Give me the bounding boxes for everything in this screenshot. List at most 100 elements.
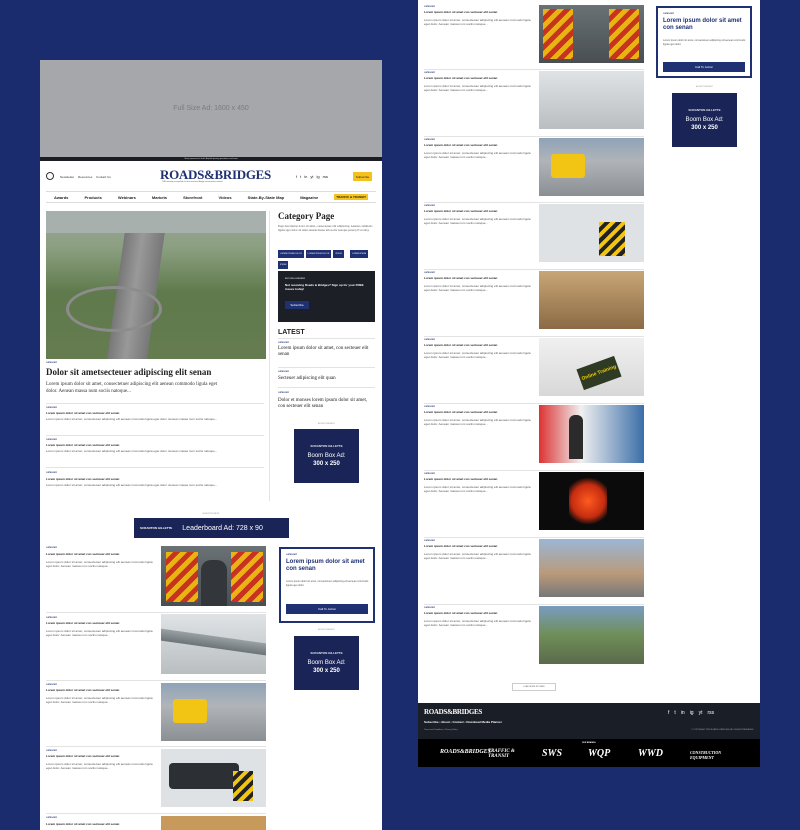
article-image[interactable] bbox=[539, 472, 644, 530]
linkedin-icon[interactable]: in bbox=[681, 710, 685, 716]
article-image[interactable] bbox=[161, 546, 266, 606]
article-title[interactable]: Lorem ipsum dolor sit amet con secteuer … bbox=[424, 143, 534, 147]
article-category[interactable]: CATEGORY bbox=[424, 139, 435, 141]
twitter-icon[interactable]: t bbox=[674, 710, 675, 716]
article-title[interactable]: Lorem ipsum dolor sit amet con secteuer … bbox=[424, 611, 534, 615]
article-category[interactable]: CATEGORY bbox=[424, 540, 435, 542]
brand-traffic-transit[interactable]: TRAFFIC & TRANSIT bbox=[488, 749, 528, 759]
hero-title[interactable]: Dolor sit ametsecteuer adipiscing elit s… bbox=[46, 367, 266, 377]
article-category[interactable]: CATEGORY bbox=[424, 607, 435, 609]
rss-icon[interactable]: rss bbox=[707, 710, 714, 716]
article-title[interactable]: Lorem ipsum dolor sit amet con secteuer … bbox=[424, 209, 534, 213]
article-image[interactable] bbox=[539, 71, 644, 129]
youtube-icon[interactable]: yt bbox=[699, 710, 703, 716]
hero-category[interactable]: CATEGORY bbox=[46, 362, 57, 364]
list-category[interactable]: CATEGORY bbox=[46, 407, 57, 409]
article-image[interactable] bbox=[539, 405, 644, 463]
subscribe-button[interactable]: Subscribe bbox=[353, 172, 372, 181]
tag-pill[interactable]: IPSUM bbox=[333, 250, 344, 258]
article-title[interactable]: Lorem ipsum dolor sit amet con secteuer … bbox=[424, 276, 534, 280]
footer-links[interactable]: Subscribe • About • Contact • Download M… bbox=[424, 720, 502, 724]
footer-legal[interactable]: Terms and Conditions • Privacy Policy bbox=[424, 729, 458, 731]
promo-subscribe-button[interactable]: Subscribe bbox=[285, 301, 309, 309]
article-category[interactable]: CATEGORY bbox=[46, 684, 57, 686]
boom-box-ad[interactable]: SCRANTON GILLETTE Boom Box Ad: 300 x 250 bbox=[294, 636, 359, 690]
article-image[interactable] bbox=[161, 816, 266, 830]
article-category[interactable]: CATEGORY bbox=[424, 72, 435, 74]
facebook-icon[interactable]: f bbox=[668, 710, 669, 716]
list-title[interactable]: Lorem ipsum dolor sit amet con secteuer … bbox=[46, 411, 266, 415]
instagram-icon[interactable]: ig bbox=[317, 174, 320, 179]
rss-icon[interactable]: rss bbox=[323, 174, 328, 179]
cta-button[interactable]: Call To Action bbox=[286, 604, 368, 614]
full-size-ad[interactable]: Full Size Ad: 1600 x 450 bbox=[40, 60, 382, 157]
article-image[interactable] bbox=[539, 204, 644, 262]
cta-title[interactable]: Lorem ipsum dolor sit amet con senan bbox=[286, 559, 370, 573]
article-title[interactable]: Lorem ipsum dolor sit amet con secteuer … bbox=[424, 76, 534, 80]
article-title[interactable]: Lorem ipsum dolor sit amet con secteuer … bbox=[424, 343, 534, 347]
site-mark-icon[interactable] bbox=[46, 172, 54, 180]
list-category[interactable]: CATEGORY bbox=[46, 439, 57, 441]
nav-webinars[interactable]: Webinars bbox=[118, 195, 136, 200]
article-category[interactable]: CATEGORY bbox=[424, 272, 435, 274]
footer-logo[interactable]: ROADS&BRIDGES bbox=[424, 708, 482, 716]
twitter-icon[interactable]: t bbox=[300, 174, 301, 179]
article-image[interactable] bbox=[539, 138, 644, 196]
latest-title[interactable]: Secteuer adipiscing elit quan bbox=[278, 376, 375, 382]
boom-box-ad[interactable]: SCRANTON GILLETTE Boom Box Ad: 300 x 250 bbox=[294, 429, 359, 483]
boom-box-ad[interactable]: SCRANTON GILLETTE Boom Box Ad: 300 x 250 bbox=[672, 93, 737, 147]
brand-wqp[interactable]: WQP bbox=[588, 748, 610, 759]
article-title[interactable]: Lorem ipsum dolor sit amet con secteuer … bbox=[424, 477, 534, 481]
cta-category[interactable]: CATEGORY bbox=[663, 13, 674, 15]
instagram-icon[interactable]: ig bbox=[690, 710, 694, 716]
tag-pill[interactable]: LOREM IPSUM DOLOR bbox=[305, 250, 332, 258]
article-title[interactable]: Lorem ipsum dolor sit amet con secteuer … bbox=[46, 621, 156, 625]
nav-state-map[interactable]: State-By-State Map bbox=[248, 195, 284, 200]
brand-wwd[interactable]: WWD bbox=[638, 748, 663, 759]
article-category[interactable]: CATEGORY bbox=[46, 547, 57, 549]
hero-image[interactable] bbox=[46, 211, 266, 359]
list-title[interactable]: Lorem ipsum dolor sit amet con secteuer … bbox=[46, 443, 266, 447]
latest-category[interactable]: CATEGORY bbox=[278, 342, 289, 344]
list-category[interactable]: CATEGORY bbox=[46, 472, 57, 474]
utility-newsletter[interactable]: Newsletter bbox=[60, 175, 74, 179]
article-category[interactable]: CATEGORY bbox=[424, 406, 435, 408]
article-category[interactable]: CATEGORY bbox=[424, 6, 435, 8]
cta-category[interactable]: CATEGORY bbox=[286, 554, 297, 556]
nav-storefront[interactable]: Storefront bbox=[183, 195, 202, 200]
article-image[interactable] bbox=[161, 749, 266, 807]
latest-title[interactable]: Dolor et monses lorem ipsum dolor sit am… bbox=[278, 398, 375, 410]
article-title[interactable]: Lorem ipsum dolor sit amet con secteuer … bbox=[46, 552, 156, 556]
article-title[interactable]: Lorem ipsum dolor sit amet con secteuer … bbox=[46, 754, 156, 758]
latest-category[interactable]: CATEGORY bbox=[278, 392, 289, 394]
cta-button[interactable]: Call To Action bbox=[663, 62, 745, 72]
nav-traffic-badge[interactable]: TRAFFIC & TRANSIT bbox=[334, 194, 368, 200]
article-title[interactable]: Lorem ipsum dolor sit amet con secteuer … bbox=[424, 10, 534, 14]
article-category[interactable]: CATEGORY bbox=[46, 617, 57, 619]
article-image[interactable] bbox=[161, 683, 266, 741]
linkedin-icon[interactable]: in bbox=[304, 174, 307, 179]
article-image[interactable]: Online Training bbox=[539, 338, 644, 396]
article-image[interactable] bbox=[161, 614, 266, 674]
utility-resources[interactable]: Resources bbox=[78, 175, 92, 179]
cta-title[interactable]: Lorem ipsum dolor sit amet con senan bbox=[663, 18, 747, 32]
tag-pill[interactable]: LOREM IPSUM DOLOR bbox=[278, 250, 304, 258]
nav-videos[interactable]: Videos bbox=[219, 195, 232, 200]
youtube-icon[interactable]: yt bbox=[310, 174, 313, 179]
nav-products[interactable]: Products bbox=[84, 195, 101, 200]
article-category[interactable]: CATEGORY bbox=[424, 473, 435, 475]
list-title[interactable]: Lorem ipsum dolor sit amet con secteuer … bbox=[46, 477, 266, 481]
article-category[interactable]: CATEGORY bbox=[46, 750, 57, 752]
brand-construction-equipment[interactable]: CONSTRUCTION EQUIPMENT bbox=[690, 750, 740, 760]
nav-magazine[interactable]: Magazine bbox=[300, 195, 318, 200]
article-category[interactable]: CATEGORY bbox=[424, 339, 435, 341]
utility-contact[interactable]: Contact Us bbox=[96, 175, 111, 179]
article-image[interactable] bbox=[539, 271, 644, 329]
article-title[interactable]: Lorem ipsum dolor sit amet con secteuer … bbox=[424, 410, 534, 414]
nav-markets[interactable]: Markets bbox=[152, 195, 167, 200]
nav-awards[interactable]: Awards bbox=[54, 195, 68, 200]
brand-sws[interactable]: SWS bbox=[542, 748, 562, 759]
load-more-button[interactable]: LOAD MORE STORIES bbox=[512, 683, 556, 691]
article-image[interactable] bbox=[539, 5, 644, 63]
article-category[interactable]: CATEGORY bbox=[424, 205, 435, 207]
